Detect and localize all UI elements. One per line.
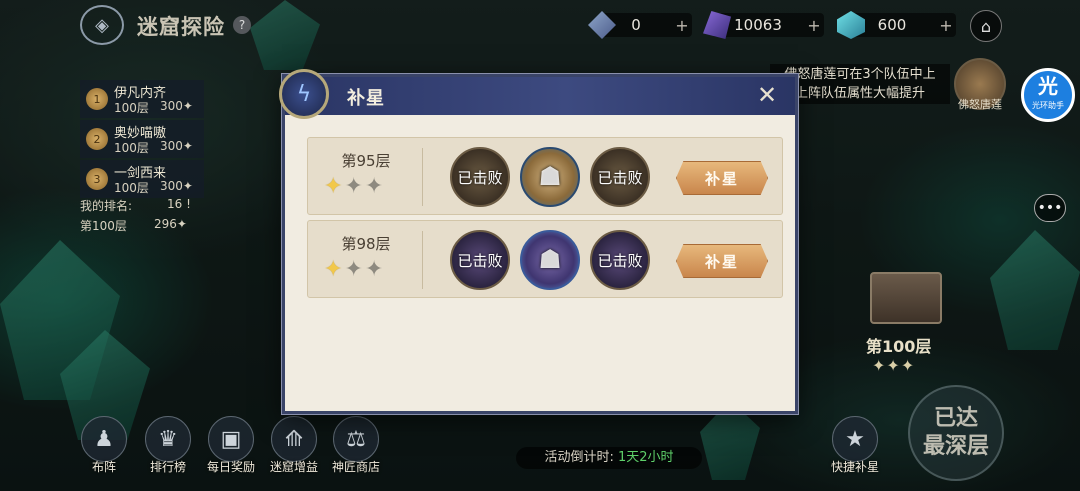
defeated-label: 已击败 (597, 168, 643, 187)
deepest-line: 最深层 (922, 434, 989, 459)
rank-medal-icon: 2 (86, 128, 108, 150)
chest-icon: ▣ (208, 416, 254, 462)
rank-medal-icon: 1 (86, 88, 108, 110)
leaderboard: 1 伊凡内齐 100层 300✦ 2 奥妙喵嗷 100层 300✦ 3 一剑西来… (80, 80, 204, 200)
eye-emblem-icon: ◈ (80, 5, 124, 45)
enemy-portrait-defeated: 已击败 (590, 230, 650, 290)
daily-reward-button[interactable]: ▣ 每日奖励 (201, 416, 261, 475)
my-floor: 第100层 296✦ (80, 217, 204, 234)
my-rank: 我的排名: 16 ! (80, 197, 204, 214)
leaderboard-row[interactable]: 2 奥妙喵嗷 100层 300✦ (80, 120, 204, 158)
modal-header: ϟ 补星 ✕ (279, 69, 795, 119)
enemy-portrait-defeated: 已击败 (590, 147, 650, 207)
hero-avatar-label: 佛怒唐莲 (958, 98, 1002, 111)
my-floor-label: 第100层 (80, 219, 127, 233)
trophy-icon: ♛ (145, 416, 191, 462)
button-label: 神匠商店 (331, 460, 380, 474)
buff-icon: ⟰ (271, 416, 317, 462)
player-floor: 100层 (114, 181, 149, 195)
enemy-portrait[interactable]: ☗ (520, 147, 580, 207)
button-label: 快捷补星 (830, 460, 879, 474)
beast-face-icon: ☗ (538, 162, 562, 192)
star-empty-icon: ✦ (344, 174, 365, 199)
divider (422, 148, 423, 206)
player-score: 300✦ (160, 139, 193, 153)
star-empty-icon: ✦ (364, 257, 386, 282)
supplement-star-modal: ϟ 补星 ✕ 第95层 ✦✦✦ 已击败 ☗ 已击败 补星 第98层 ✦✦✦ 已击… (279, 69, 798, 414)
deepest-floor-label: 第100层 (866, 337, 932, 356)
star-empty-icon: ✦ (364, 174, 386, 199)
resource-add-button[interactable]: + (804, 16, 824, 35)
enemy-portrait-defeated: 已击败 (450, 147, 510, 207)
floor-row: 第98层 ✦✦✦ 已击败 ☗ 已击败 补星 (307, 220, 783, 298)
star-filled-icon: ✦ (324, 257, 345, 282)
countdown-label: 活动倒计时: (544, 450, 614, 465)
supplement-star-button[interactable]: 补星 (676, 161, 768, 195)
deepest-line: 已达 (933, 406, 978, 431)
assistant-label: 光环助手 (1032, 101, 1064, 110)
floor-stars: ✦✦✦ (324, 257, 385, 282)
my-rank-label: 我的排名: (80, 199, 133, 213)
modal-title: 补星 (347, 88, 385, 109)
button-label: 每日奖励 (206, 460, 255, 474)
enemy-portrait-defeated: 已击败 (450, 230, 510, 290)
button-label: 迷窟增益 (269, 460, 318, 474)
lightning-emblem-icon: ϟ (279, 69, 329, 119)
leaderboard-row[interactable]: 3 一剑西来 100层 300✦ (80, 160, 204, 198)
defeated-label: 已击败 (457, 251, 503, 270)
floor-label: 第98层 (341, 235, 391, 253)
my-rank-value: 16 ! (167, 197, 191, 211)
help-button[interactable]: ? (233, 16, 251, 34)
page-title: 迷窟探险 (137, 15, 225, 39)
resource-add-button[interactable]: + (672, 16, 692, 35)
event-countdown: 活动倒计时: 1天2小时 (516, 447, 702, 469)
defeated-label: 已击败 (597, 251, 643, 270)
defeated-label: 已击败 (457, 168, 503, 187)
enemy-portrait[interactable]: ☗ (520, 230, 580, 290)
floor-stars: ✦✦✦ (324, 174, 385, 199)
floor-label: 第95层 (341, 152, 391, 170)
my-floor-score: 296✦ (154, 217, 187, 231)
team-icon: ♟ (81, 416, 127, 462)
deepest-reached-button[interactable]: 已达 最深层 (908, 385, 1004, 481)
button-label: 排行榜 (149, 460, 186, 474)
close-icon[interactable]: ✕ (753, 81, 781, 109)
leaderboard-button[interactable]: ♛ 排行榜 (138, 416, 198, 475)
player-score: 300✦ (160, 179, 193, 193)
assistant-glyph: 光 (1038, 74, 1058, 98)
leaderboard-row[interactable]: 1 伊凡内齐 100层 300✦ (80, 80, 204, 118)
player-floor: 100层 (114, 101, 149, 115)
formation-button[interactable]: ♟ 布阵 (74, 416, 134, 475)
chat-bubble-icon[interactable]: ••• (1034, 194, 1066, 222)
quick-star-button[interactable]: ★ 快捷补星 (825, 416, 885, 475)
top-bar: ◈ 迷窟探险 ? 0 + 10063 + 600 + ⌂ (0, 0, 1080, 50)
deepest-floor-stars: ✦✦✦ (872, 356, 916, 375)
player-floor: 100层 (114, 141, 149, 155)
button-label: 布阵 (91, 460, 116, 474)
rank-medal-icon: 3 (86, 168, 108, 190)
resource-add-button[interactable]: + (936, 16, 956, 35)
countdown-value: 1天2小时 (617, 450, 674, 465)
star-icon: ★ (832, 416, 878, 462)
home-button[interactable]: ⌂ (970, 10, 1002, 42)
wolf-face-icon: ☗ (538, 245, 562, 275)
star-empty-icon: ✦ (344, 257, 365, 282)
cave-buff-button[interactable]: ⟰ 迷窟增益 (264, 416, 324, 475)
floor-row: 第95层 ✦✦✦ 已击败 ☗ 已击败 补星 (307, 137, 783, 215)
star-filled-icon: ✦ (324, 174, 345, 199)
assistant-button[interactable]: 光 光环助手 (1021, 68, 1075, 122)
smith-shop-button[interactable]: ⚖ 神匠商店 (326, 416, 386, 475)
supplement-star-button[interactable]: 补星 (676, 244, 768, 278)
player-score: 300✦ (160, 99, 193, 113)
divider (422, 231, 423, 289)
treasure-chest-icon[interactable] (870, 272, 942, 324)
scale-icon: ⚖ (333, 416, 379, 462)
